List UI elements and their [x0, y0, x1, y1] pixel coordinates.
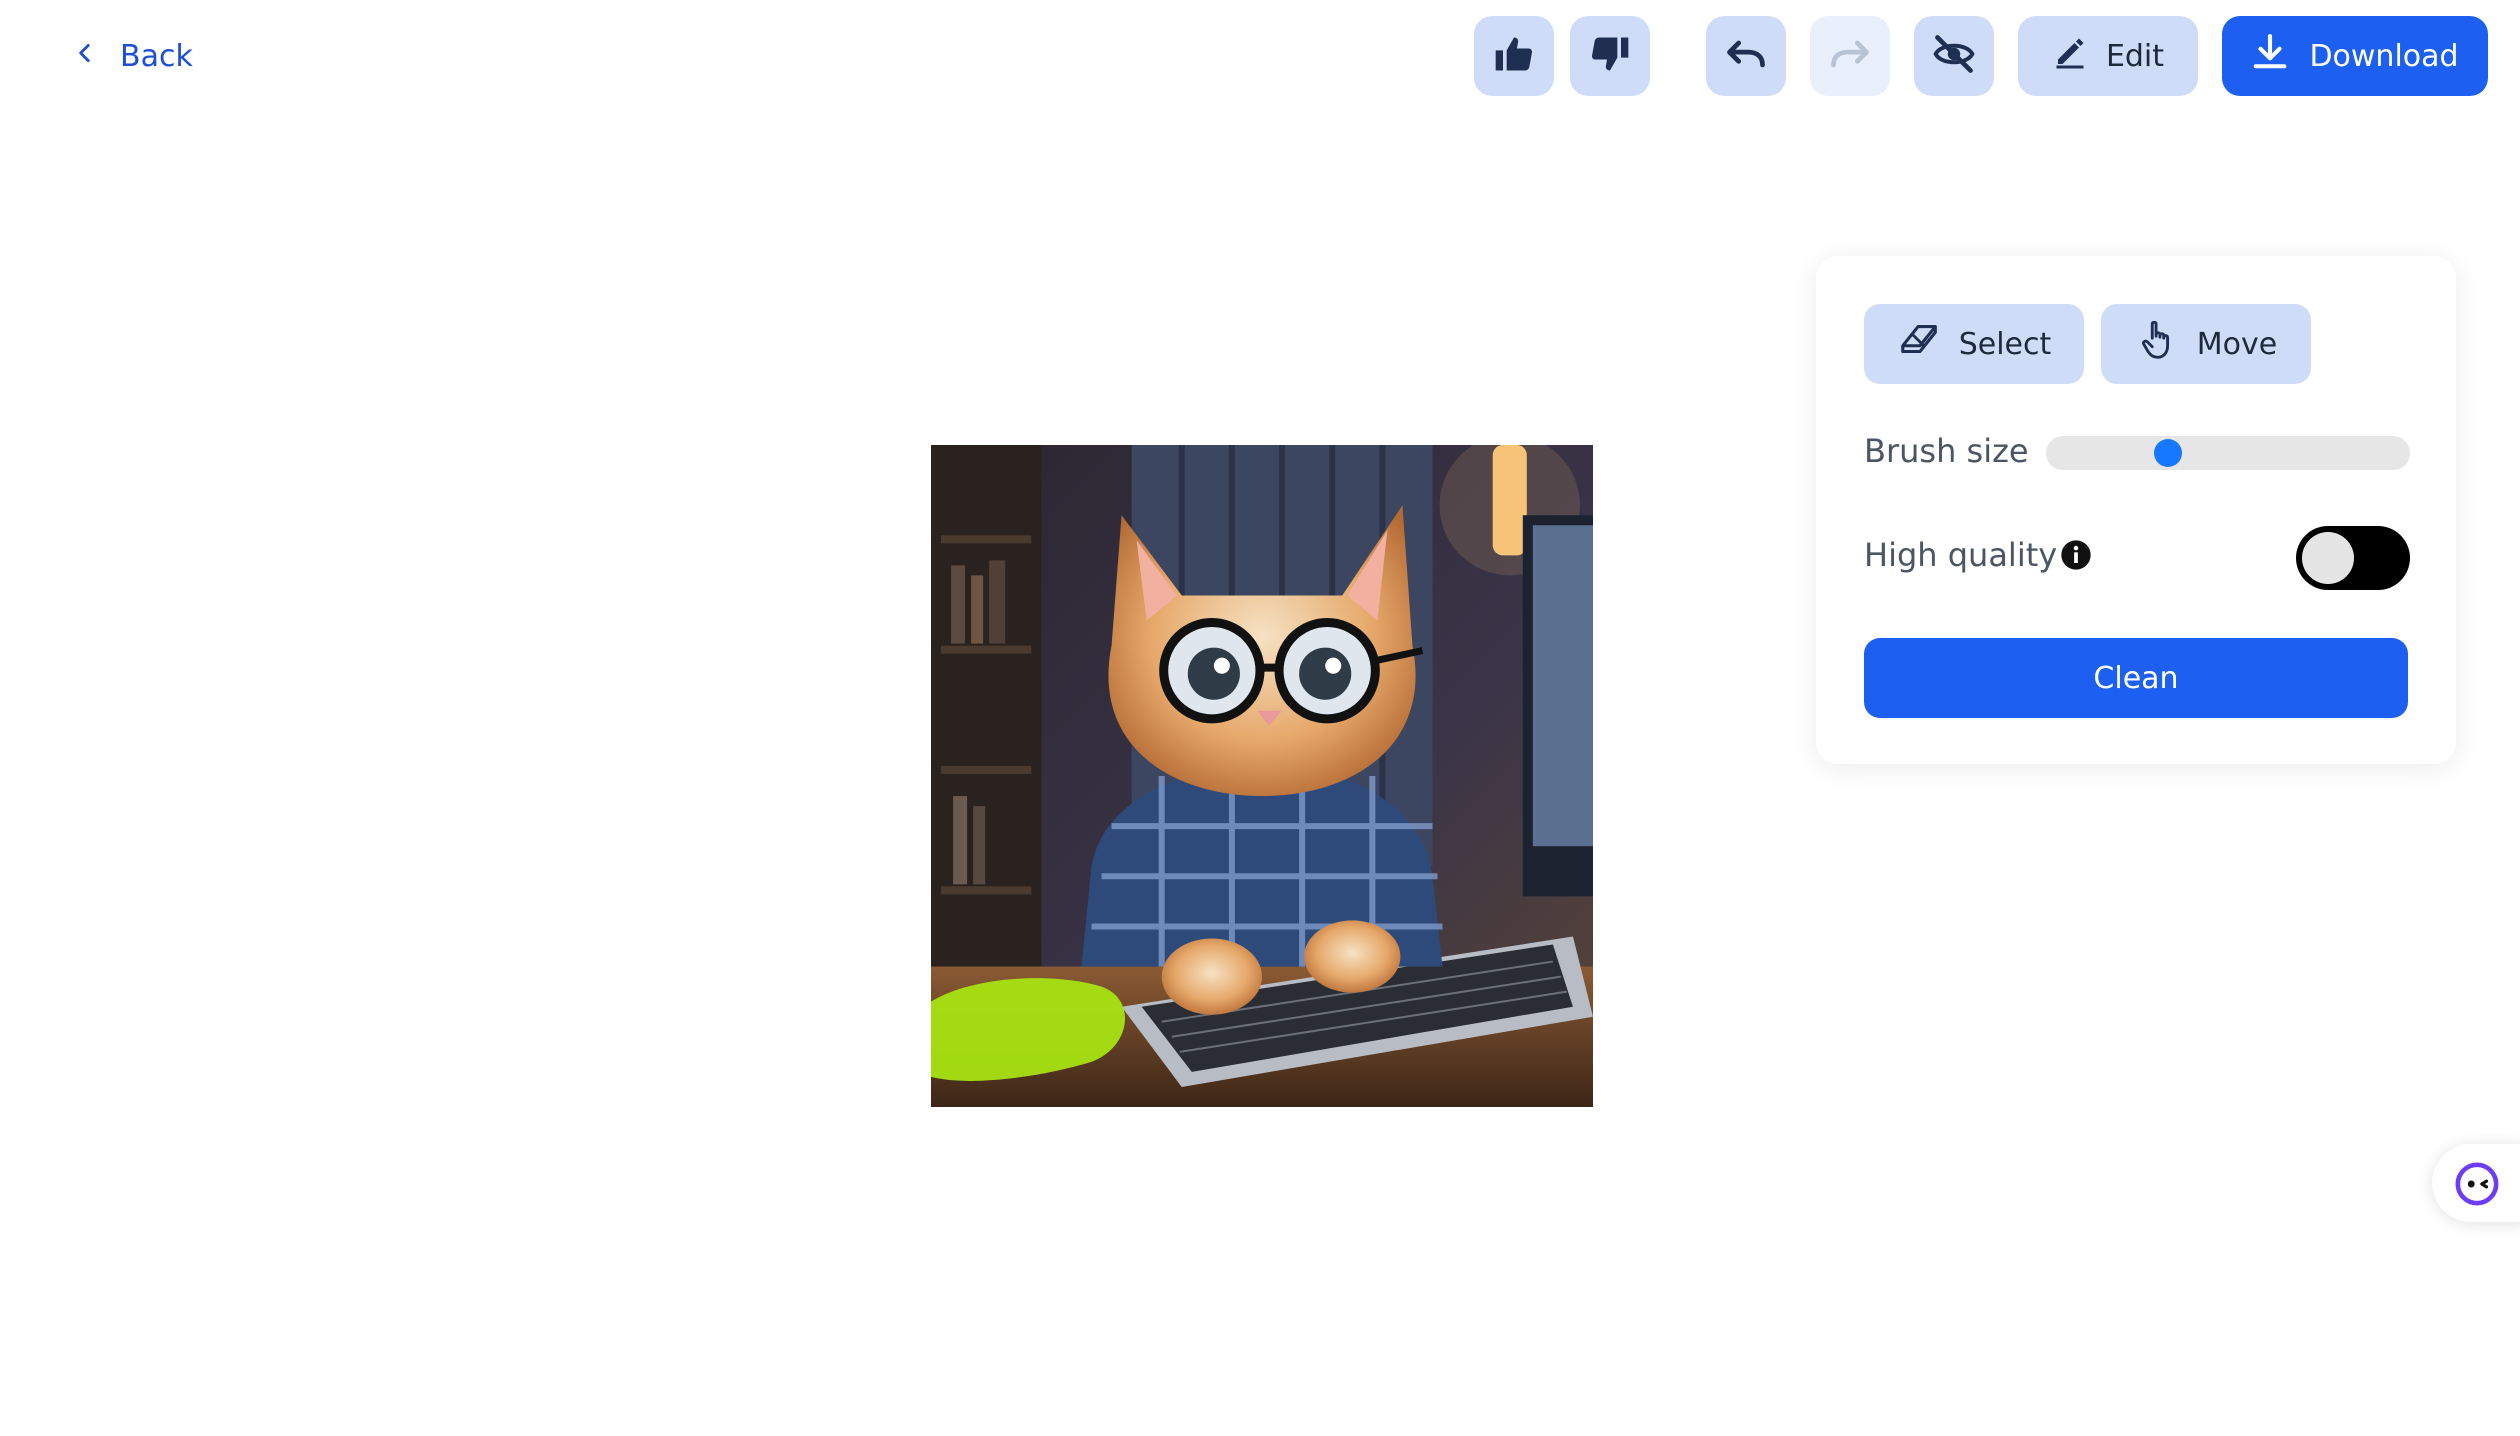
edit-button[interactable]: Edit	[2018, 16, 2198, 96]
undo-icon	[1724, 32, 1768, 80]
slider-thumb[interactable]	[2154, 439, 2182, 467]
thumbs-down-icon	[1588, 32, 1632, 80]
hide-mask-button[interactable]	[1914, 16, 1994, 96]
move-label: Move	[2196, 326, 2278, 362]
brush-size-slider[interactable]	[2046, 436, 2410, 470]
info-icon[interactable]	[2060, 539, 2092, 571]
select-mode-button[interactable]: Select	[1864, 304, 2084, 384]
redo-icon	[1828, 32, 1872, 80]
undo-button[interactable]	[1706, 16, 1786, 96]
select-label: Select	[1958, 326, 2052, 362]
back-link[interactable]: Back	[72, 32, 193, 80]
toggle-knob	[2302, 532, 2354, 584]
dislike-button[interactable]	[1570, 16, 1650, 96]
eye-slash-icon	[1932, 32, 1976, 80]
brush-size-label: Brush size	[1864, 432, 2029, 470]
like-button[interactable]	[1474, 16, 1554, 96]
back-label: Back	[120, 38, 193, 74]
kitten-image	[931, 445, 1593, 1107]
tool-panel: Select Move Brush size High quality Clea…	[1816, 256, 2456, 764]
download-icon	[2251, 33, 2289, 79]
download-label: Download	[2309, 38, 2459, 74]
edited-image-canvas[interactable]	[931, 445, 1593, 1107]
assistant-face-icon	[2455, 1162, 2499, 1206]
high-quality-label: High quality	[1864, 536, 2058, 574]
thumbs-up-icon	[1492, 32, 1536, 80]
chevron-left-icon	[72, 39, 98, 74]
download-button[interactable]: Download	[2222, 16, 2488, 96]
eraser-icon	[1897, 317, 1943, 371]
redo-button[interactable]	[1810, 16, 1890, 96]
hand-pointer-icon	[2135, 317, 2181, 371]
edit-label: Edit	[2105, 38, 2165, 74]
move-mode-button[interactable]: Move	[2101, 304, 2311, 384]
high-quality-toggle[interactable]	[2296, 526, 2410, 590]
clean-button[interactable]: Clean	[1864, 638, 2408, 718]
assistant-button[interactable]	[2432, 1144, 2520, 1222]
pencil-icon	[2052, 34, 2088, 78]
